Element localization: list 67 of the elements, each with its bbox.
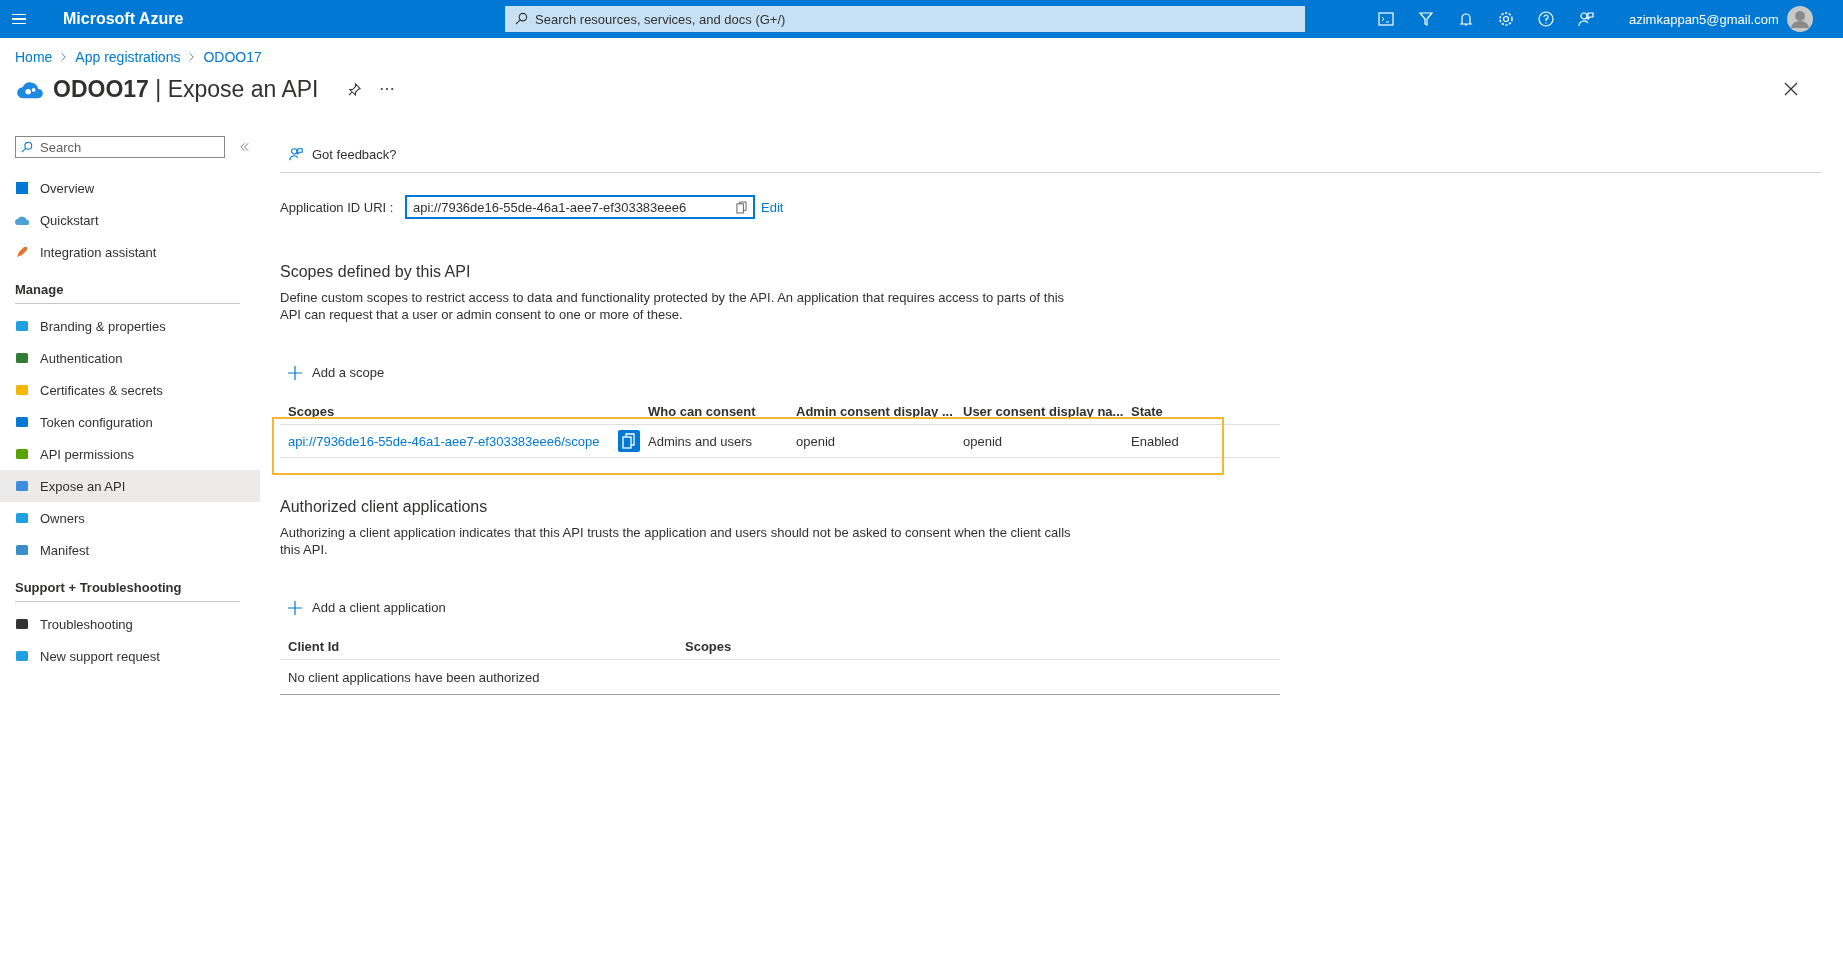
- section-description: Define custom scopes to restrict access to data and functionality protected by the API. An application that requires access to parts of this API can request that a user or admin consent to one or more of these.: [280, 289, 1066, 323]
- sidebar-item[interactable]: New support request: [0, 640, 260, 672]
- sidebar-item[interactable]: Authentication: [0, 342, 260, 374]
- table-cell: Enabled: [1131, 433, 1179, 449]
- bell-icon[interactable]: [1457, 10, 1475, 28]
- sidebar-item[interactable]: Integration assistant: [0, 236, 260, 268]
- brand-name[interactable]: Microsoft Azure: [63, 10, 263, 28]
- field-label: Application ID URI :: [280, 199, 395, 215]
- plus-icon: [288, 365, 302, 380]
- filter-icon[interactable]: [1417, 10, 1435, 28]
- section-title: Authorized client applications: [280, 498, 489, 516]
- scope-link[interactable]: api://7936de16-55de-46a1-aee7-ef303383eee6/scope: [288, 433, 648, 449]
- column-header: Client Id: [288, 638, 341, 654]
- column-header: State: [1131, 403, 1163, 419]
- section-heading: Manage: [15, 274, 240, 304]
- settings-icon[interactable]: [1497, 10, 1515, 28]
- copy-icon[interactable]: [736, 200, 747, 214]
- column-header: Who can consent: [648, 403, 757, 419]
- chevron-icon: [188, 52, 196, 62]
- column-header: Scopes: [288, 403, 336, 419]
- column-header: Scopes: [685, 638, 732, 654]
- column-header: Admin consent display ...: [796, 403, 954, 419]
- sidebar-item[interactable]: Expose an API: [0, 470, 260, 502]
- sidebar-item[interactable]: Manifest: [0, 534, 260, 566]
- section-description: Authorizing a client application indicates that this API trusts the application and users should not be asked to consent when the client calls this API.: [280, 524, 1072, 558]
- pin-icon[interactable]: [346, 81, 362, 97]
- help-icon[interactable]: [1537, 10, 1555, 28]
- add-scope-button[interactable]: Add a scope: [288, 365, 385, 380]
- table-cell-text: Admins and users: [648, 433, 754, 449]
- sidebar-item[interactable]: Token configuration: [0, 406, 260, 438]
- search-icon: [21, 141, 33, 153]
- sidebar-item[interactable]: Overview: [0, 172, 260, 204]
- plus-icon: [288, 600, 302, 615]
- search-icon: [515, 12, 528, 25]
- breadcrumb-link[interactable]: Home: [15, 49, 53, 65]
- add-client-button[interactable]: Add a client application: [288, 600, 446, 615]
- section-title: Scopes defined by this API: [280, 263, 472, 281]
- page-title: ODOO17 | Expose an API: [53, 75, 319, 103]
- feedback-icon[interactable]: [1577, 10, 1595, 28]
- sidebar-item[interactable]: API permissions: [0, 438, 260, 470]
- section-heading: Support + Troubleshooting: [15, 572, 240, 602]
- chevron-icon: [60, 52, 68, 62]
- uri-field[interactable]: api://7936de16-55de-46a1-aee7-ef303383eee6: [405, 195, 755, 219]
- breadcrumb-link[interactable]: ODOO17: [203, 49, 262, 65]
- menu-icon[interactable]: [12, 13, 26, 25]
- search-field[interactable]: Search resources, services, and docs (G+/): [505, 6, 1305, 32]
- empty-message: No client applications have been authorized: [288, 669, 540, 685]
- copy-icon[interactable]: [618, 430, 640, 452]
- search-field[interactable]: Search: [15, 136, 225, 158]
- edit-link[interactable]: Edit: [761, 199, 784, 215]
- close-icon[interactable]: [1784, 82, 1798, 96]
- table-cell-text: openid: [963, 433, 1004, 449]
- sidebar-item[interactable]: Owners: [0, 502, 260, 534]
- collapse-icon[interactable]: [239, 142, 250, 152]
- more-icon[interactable]: [379, 87, 394, 91]
- avatar-icon[interactable]: [1786, 6, 1813, 32]
- feedback-button[interactable]: Got feedback?: [280, 146, 405, 162]
- sidebar-item[interactable]: Troubleshooting: [0, 608, 260, 640]
- breadcrumb-link[interactable]: App registrations: [75, 49, 181, 65]
- feedback-icon: [288, 146, 304, 162]
- sidebar-item[interactable]: Quickstart: [0, 204, 260, 236]
- column-header: User consent display na...: [963, 403, 1125, 419]
- sidebar-item[interactable]: Certificates & secrets: [0, 374, 260, 406]
- table-cell-text: openid: [796, 433, 837, 449]
- sidebar-item[interactable]: Branding & properties: [0, 310, 260, 342]
- terminal-icon[interactable]: [1377, 10, 1395, 28]
- account-email[interactable]: azimkappan5@gmail.com: [1629, 11, 1779, 27]
